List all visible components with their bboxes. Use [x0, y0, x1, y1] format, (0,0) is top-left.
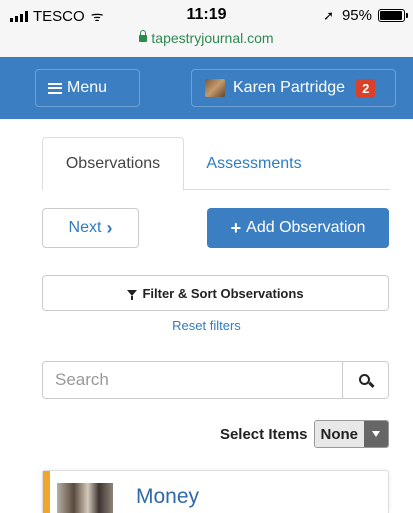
tab-assessments[interactable]: Assessments — [194, 137, 314, 190]
select-items-value: None — [314, 421, 364, 447]
add-observation-button[interactable]: + Add Observation — [207, 208, 389, 248]
add-observation-label: Add Observation — [246, 219, 366, 236]
search-box — [42, 361, 389, 399]
location-arrow-icon: ➚ — [323, 7, 334, 23]
observation-title[interactable]: Money — [136, 485, 199, 509]
reset-filters-link[interactable]: Reset filters — [0, 318, 413, 333]
chevron-down-icon — [364, 421, 388, 447]
lock-icon — [139, 30, 148, 42]
next-button[interactable]: Next › — [42, 208, 139, 248]
battery-icon — [378, 9, 408, 22]
user-name: Karen Partridge — [233, 79, 346, 96]
plus-icon: + — [230, 217, 242, 238]
observation-thumbnail — [57, 483, 113, 513]
menu-label: Menu — [67, 79, 108, 96]
chevron-right-icon: › — [106, 217, 113, 238]
user-menu-button[interactable]: Karen Partridge 2 — [191, 69, 396, 107]
observation-card[interactable]: Money — [42, 470, 389, 513]
filter-sort-button[interactable]: Filter & Sort Observations — [42, 275, 389, 311]
search-input[interactable] — [43, 362, 342, 398]
avatar — [205, 79, 225, 97]
tab-observations[interactable]: Observations — [42, 137, 184, 191]
address-bar[interactable]: tapestryjournal.com — [0, 30, 413, 46]
search-icon — [359, 373, 370, 385]
app-header: Menu Karen Partridge 2 — [0, 57, 413, 119]
select-items-label: Select Items — [219, 425, 308, 443]
select-items-dropdown[interactable]: None — [313, 420, 389, 448]
url-text: tapestryjournal.com — [151, 30, 274, 46]
card-accent-bar — [43, 471, 50, 513]
menu-button[interactable]: Menu — [35, 69, 140, 107]
notification-badge: 2 — [356, 78, 376, 98]
battery-percent: 95% — [341, 7, 372, 24]
status-right: ➚ 95% — [323, 7, 408, 24]
tab-bar: Observations Assessments — [42, 137, 390, 191]
status-bar: TESCO ᯤ 11:19 tapestryjournal.com ➚ 95% — [0, 0, 413, 57]
select-items-row: Select Items None — [220, 420, 389, 448]
filter-label: Filter & Sort Observations — [142, 285, 304, 301]
filter-icon — [127, 290, 138, 300]
next-label: Next — [68, 219, 102, 236]
hamburger-icon — [48, 82, 62, 94]
search-button[interactable] — [342, 362, 388, 398]
